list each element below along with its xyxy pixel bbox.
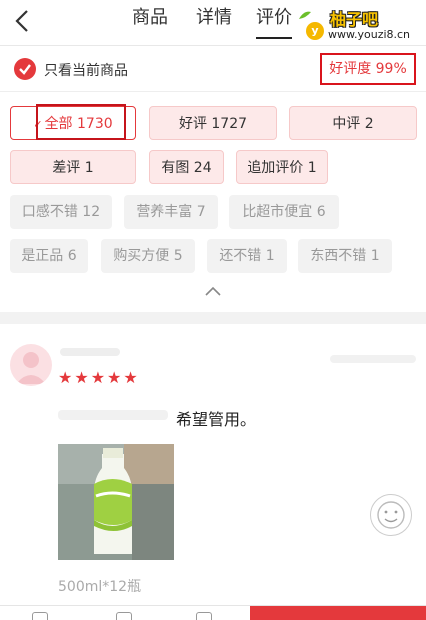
back-button[interactable]	[8, 6, 38, 36]
shop-icon[interactable]	[32, 612, 48, 620]
smile-feedback-button[interactable]	[370, 494, 412, 536]
tag-bad[interactable]: 差评 1	[10, 150, 136, 184]
review-date-blurred	[330, 355, 416, 363]
watermark-url: www.youzi8.cn	[328, 28, 411, 41]
filter-row: 只看当前商品 好评度 99%	[0, 48, 426, 92]
leaf-icon	[299, 11, 311, 19]
highlight-frame	[36, 104, 126, 140]
only-current-checkbox[interactable]	[14, 58, 36, 80]
watermark-badge: y	[306, 22, 324, 40]
section-divider	[0, 312, 426, 324]
watermark: y 柚子吧 www.youzi8.cn	[298, 4, 426, 44]
tag-genuine[interactable]: 是正品 6	[10, 239, 88, 273]
chevron-left-icon	[15, 10, 28, 32]
tag-nutrition[interactable]: 营养丰富 7	[124, 195, 218, 229]
collapse-chevron-up-icon[interactable]	[203, 284, 223, 298]
tab-details[interactable]: 详情	[196, 5, 232, 39]
avatar[interactable]	[10, 344, 52, 386]
tab-reviews[interactable]: 评价	[256, 5, 292, 39]
review-text: 希望管用。	[176, 410, 257, 429]
tag-convenient[interactable]: 购买方便 5	[101, 239, 195, 273]
rating-stars: ★★★★★	[58, 368, 140, 387]
chat-icon[interactable]	[116, 612, 132, 620]
tag-good-stuff[interactable]: 东西不错 1	[298, 239, 392, 273]
check-icon	[19, 64, 31, 75]
tab-product[interactable]: 商品	[132, 5, 168, 39]
top-nav-bar: 商品 详情 评价 y 柚子吧 www.youzi8.cn	[0, 0, 426, 46]
tag-medium[interactable]: 中评 2	[289, 106, 417, 140]
user-avatar-icon	[16, 352, 46, 384]
review-text-blurred	[58, 410, 168, 420]
tag-cheaper[interactable]: 比超市便宜 6	[229, 195, 339, 229]
add-to-cart-button[interactable]	[250, 606, 426, 620]
tag-with-pic[interactable]: 有图 24	[149, 150, 224, 184]
only-current-label[interactable]: 只看当前商品	[44, 60, 128, 80]
positive-rate: 好评度 99%	[320, 53, 416, 85]
reviewer-name-blurred	[60, 348, 120, 356]
watermark-logo: 柚子吧	[330, 10, 379, 29]
smile-icon	[377, 501, 405, 529]
tag-followup[interactable]: 追加评价 1	[236, 150, 328, 184]
tag-not-bad[interactable]: 还不错 1	[207, 239, 287, 273]
bottle-photo	[58, 444, 174, 560]
tag-taste[interactable]: 口感不错 12	[10, 195, 112, 229]
tag-good[interactable]: 好评 1727	[149, 106, 277, 140]
cart-icon[interactable]	[196, 612, 212, 620]
review-photo[interactable]	[58, 444, 174, 560]
product-spec: 500ml*12瓶	[58, 579, 142, 595]
